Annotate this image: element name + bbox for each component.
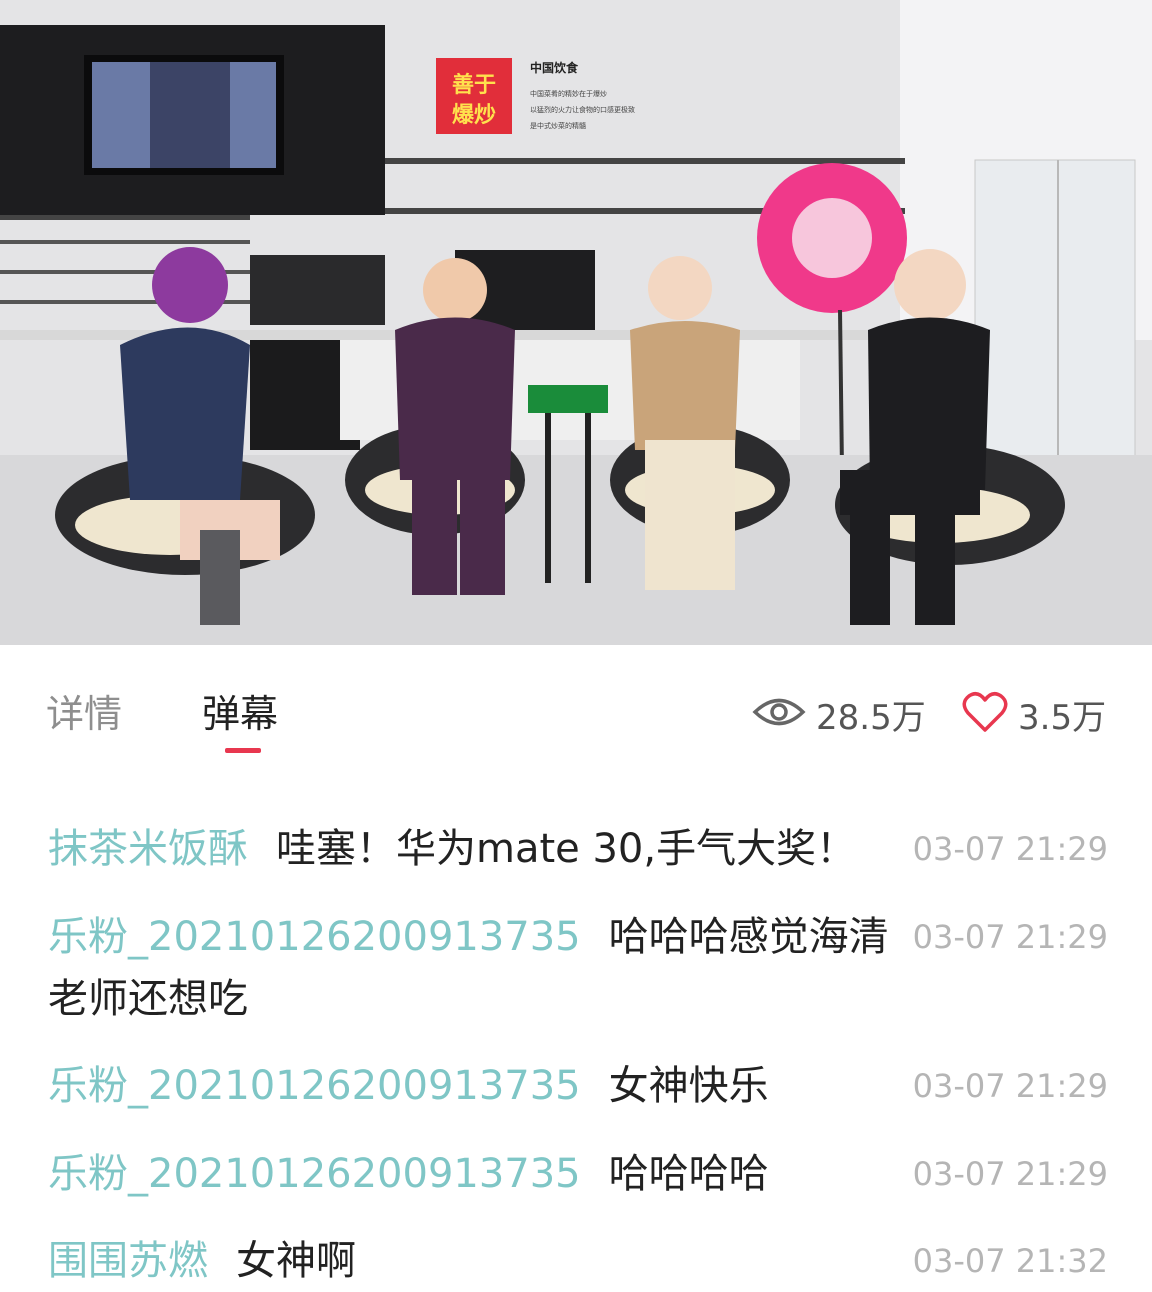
- list-item: 乐粉_20210126200913735 哈哈哈感觉海清 03-07 21:29 …: [48, 906, 1108, 1030]
- timestamp: 03-07 21:29: [912, 1155, 1108, 1193]
- like-count-label: 3.5万: [1018, 697, 1107, 738]
- tab-details[interactable]: 详情: [46, 689, 122, 739]
- heart-icon[interactable]: [962, 691, 1008, 737]
- svg-text:以猛烈的火力让食物的口感更极致: 以猛烈的火力让食物的口感更极致: [530, 105, 635, 114]
- comment-text: 女神啊: [236, 1238, 356, 1284]
- svg-text:中国菜肴的精妙在于爆炒: 中国菜肴的精妙在于爆炒: [530, 89, 607, 98]
- comment-text: 女神快乐: [608, 1063, 769, 1109]
- comment-text-continued: 老师还想吃: [48, 976, 248, 1022]
- timestamp: 03-07 21:29: [912, 918, 1108, 956]
- username[interactable]: 围围苏燃: [48, 1238, 208, 1284]
- view-count: 28.5万: [752, 691, 926, 738]
- like-count[interactable]: 3.5万: [962, 691, 1107, 738]
- svg-text:是中式炒菜的精髓: 是中式炒菜的精髓: [530, 121, 586, 130]
- tab-danmaku[interactable]: 弹幕: [202, 689, 278, 739]
- timestamp: 03-07 21:29: [912, 1067, 1108, 1105]
- video-player[interactable]: 善于 爆炒 中国饮食 中国菜肴的精妙在于爆炒 以猛烈的火力让食物的口感更极致 是…: [0, 0, 1152, 645]
- username[interactable]: 乐粉_20210126200913735: [48, 1063, 581, 1109]
- comment-text: 哇塞！华为mate 30,手气大奖！: [276, 826, 857, 872]
- comment-text: 哈哈哈哈: [608, 1151, 769, 1197]
- eye-icon: [752, 695, 806, 733]
- list-item: 抹茶米饭酥 哇塞！华为mate 30,手气大奖！ 03-07 21:29: [48, 818, 1108, 880]
- timestamp: 03-07 21:29: [912, 830, 1108, 868]
- comment-text: 哈哈哈感觉海清: [608, 914, 889, 960]
- svg-text:善于: 善于: [452, 72, 496, 97]
- view-count-label: 28.5万: [816, 697, 926, 738]
- video-frame: 善于 爆炒 中国饮食 中国菜肴的精妙在于爆炒 以猛烈的火力让食物的口感更极致 是…: [0, 0, 1152, 645]
- list-item: 乐粉_20210126200913735 哈哈哈哈 03-07 21:29: [48, 1143, 1108, 1205]
- svg-text:中国饮食: 中国饮食: [530, 60, 579, 75]
- username[interactable]: 乐粉_20210126200913735: [48, 1151, 581, 1197]
- list-item: 乐粉_20210126200913735 女神快乐 03-07 21:29: [48, 1055, 1108, 1117]
- tab-bar: 详情 弹幕 28.5万 3.5万: [0, 645, 1152, 765]
- active-tab-indicator: [225, 748, 261, 753]
- timestamp: 03-07 21:32: [912, 1242, 1108, 1280]
- username[interactable]: 抹茶米饭酥: [48, 826, 248, 872]
- list-item: 围围苏燃 女神啊 03-07 21:32: [48, 1230, 1108, 1292]
- svg-text:爆炒: 爆炒: [452, 102, 496, 127]
- username[interactable]: 乐粉_20210126200913735: [48, 914, 581, 960]
